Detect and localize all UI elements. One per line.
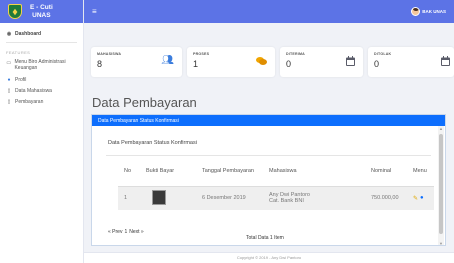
- page-number-link[interactable]: 1: [124, 229, 127, 235]
- calendar-icon: [346, 56, 355, 69]
- menu-toggle-icon[interactable]: ≡: [92, 7, 97, 16]
- next-page-link[interactable]: Next »: [129, 229, 143, 235]
- stat-card-ditolak: DITOLAK 0: [368, 47, 454, 77]
- dashboard-icon: ◉: [6, 30, 12, 37]
- scrollbar-thumb[interactable]: [439, 134, 443, 234]
- edit-icon[interactable]: ✎: [413, 195, 418, 202]
- page-title: Data Pembayaran: [92, 95, 197, 110]
- sidebar: E - Cuti UNAS ◉ Dashboard FEATURES ▭ Men…: [0, 0, 84, 263]
- stat-card-mahasiswa: MAHASISWA 8 👥︎: [91, 47, 182, 77]
- stat-label: DITOLAK: [374, 52, 392, 56]
- sidebar-item-label: Pembayaran: [15, 98, 44, 105]
- sidebar-item-label: Profil: [15, 76, 27, 83]
- file-icon: ▯: [7, 98, 11, 105]
- column-header-menu: Menu: [407, 164, 434, 187]
- sidebar-item-pembayaran[interactable]: ▯ Pembayaran: [0, 96, 83, 107]
- total-count: Total Data 1 Item: [246, 235, 284, 241]
- sidebar-item-profil[interactable]: ● Profil: [0, 74, 83, 85]
- receipt-thumbnail[interactable]: [152, 189, 166, 205]
- cell-no: 1: [124, 195, 128, 202]
- cell-menu: ✎ ●: [407, 186, 434, 210]
- table-header-row: No Bukti Bayar Tanggal Pembayaran Mahasi…: [118, 164, 434, 187]
- sidebar-item-data-mahasiswa[interactable]: ▯ Data Mahasiswa: [0, 85, 83, 96]
- sidebar-item-label: Data Mahasiswa: [15, 87, 52, 94]
- column-header-mahasiswa: Mahasiswa: [263, 164, 365, 187]
- panel-body: Data Pembayaran Status Konfirmasi No Buk…: [92, 126, 440, 245]
- user-menu[interactable]: BAK UNAS: [411, 7, 446, 16]
- comments-icon: [256, 56, 267, 69]
- document-icon: ▭: [6, 59, 12, 66]
- sidebar-heading: FEATURES: [6, 50, 31, 55]
- stat-card-diterima: DITERIMA 0: [280, 47, 363, 77]
- payment-panel: Data Pembayaran Status Konfirmasi Data P…: [91, 114, 446, 246]
- sidebar-divider: [6, 42, 77, 43]
- brand-line2: UNAS: [32, 11, 51, 19]
- prev-page-link[interactable]: « Prev: [108, 229, 122, 235]
- cell-mahasiswa: Any Dwi Pantoro Cat. Bank BNI: [263, 186, 365, 210]
- brand[interactable]: E - Cuti UNAS: [0, 0, 83, 23]
- file-icon: ▯: [7, 87, 11, 94]
- pagination: « Prev 1 Next »: [108, 229, 144, 235]
- divider: [106, 155, 431, 156]
- footer-copyright: Copyright © 2019 - Any Dwi Pantoro: [84, 252, 454, 263]
- avatar: [411, 7, 421, 16]
- scroll-down-icon[interactable]: ▼: [438, 241, 444, 245]
- user-name: BAK UNAS: [422, 9, 446, 14]
- users-icon: 👥︎: [161, 55, 174, 66]
- topbar: ≡ BAK UNAS: [84, 0, 454, 23]
- column-header-nominal: Nominal: [365, 164, 407, 187]
- column-header-no: No: [118, 164, 140, 187]
- sidebar-item-label: Menu Biro Administrasi Keuangan: [14, 59, 66, 71]
- calendar-icon: [441, 56, 450, 69]
- sidebar-item-dashboard[interactable]: ◉ Dashboard: [0, 28, 83, 39]
- cell-nominal: 750.000,00: [371, 195, 399, 202]
- cell-bukti: [140, 186, 196, 210]
- panel-subtitle: Data Pembayaran Status Konfirmasi: [108, 140, 197, 146]
- column-header-tanggal: Tanggal Pembayaran: [196, 164, 263, 187]
- user-icon: ●: [7, 76, 11, 83]
- cell-tanggal: 6 Desember 2019: [202, 195, 246, 202]
- payment-table: No Bukti Bayar Tanggal Pembayaran Mahasi…: [118, 164, 434, 210]
- table-row: 1 6 Desember 2019 Any Dwi Pantoro Cat. B…: [118, 186, 434, 210]
- panel-header: Data Pembayaran Status Konfirmasi: [92, 115, 445, 126]
- user-detail-icon[interactable]: ●: [420, 195, 424, 201]
- unas-logo-icon: [8, 4, 22, 19]
- sidebar-item-menu-biro[interactable]: ▭ Menu Biro Administrasi Keuangan: [0, 58, 83, 74]
- stat-card-proses: PROSES 1: [187, 47, 275, 77]
- brand-line1: E - Cuti: [30, 4, 53, 11]
- sidebar-item-label: Dashboard: [15, 30, 42, 37]
- stat-value: 0: [374, 59, 380, 69]
- column-header-bukti: Bukti Bayar: [140, 164, 196, 187]
- brand-title: E - Cuti UNAS: [30, 4, 53, 19]
- student-bank: Cat. Bank BNI: [269, 198, 304, 205]
- scroll-up-icon[interactable]: ▲: [438, 126, 444, 132]
- scrollbar[interactable]: ▲ ▼: [438, 126, 444, 245]
